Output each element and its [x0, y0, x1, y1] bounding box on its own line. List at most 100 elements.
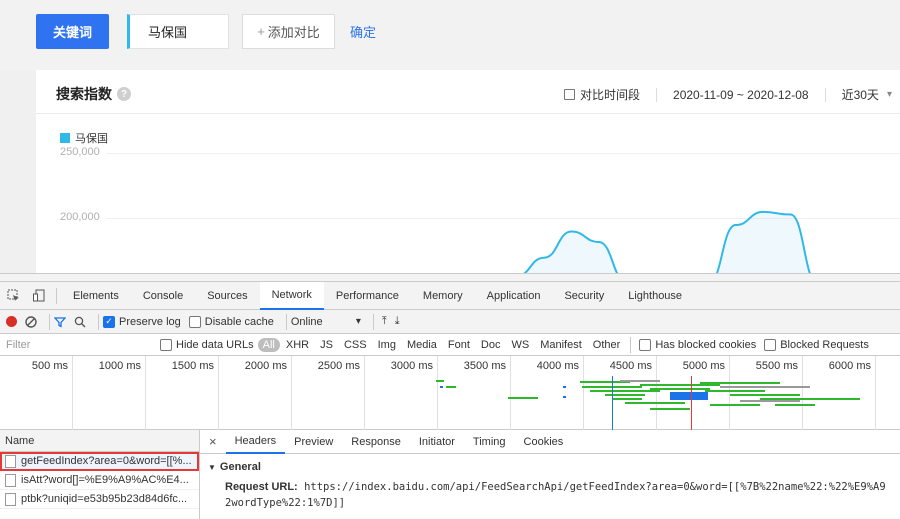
- request-row[interactable]: isAtt?word[]=%E9%A9%AC%E4...: [0, 471, 199, 490]
- chart-plot: [461, 210, 818, 273]
- disable-cache-toggle[interactable]: Disable cache: [188, 315, 274, 328]
- keyword-field[interactable]: 马保国: [127, 14, 229, 49]
- request-detail: × Headers Preview Response Initiator Timing C…: [200, 430, 900, 519]
- file-icon: [5, 492, 16, 506]
- timeline-marker: [612, 376, 613, 430]
- tab-elements[interactable]: Elements: [61, 282, 131, 310]
- filter-input[interactable]: Filter: [0, 334, 160, 356]
- timeline-gridline: [218, 356, 219, 430]
- filter-type-other[interactable]: Other: [588, 338, 626, 352]
- has-blocked-cookies-label: Has blocked cookies: [655, 338, 757, 351]
- record-icon[interactable]: [6, 316, 17, 327]
- throttle-select[interactable]: Online ▾: [291, 316, 361, 328]
- detail-tab-response[interactable]: Response: [342, 430, 410, 454]
- devtools-tab-list: Elements Console Sources Network Performance…: [61, 281, 694, 310]
- tab-performance[interactable]: Performance: [324, 282, 411, 310]
- download-icon[interactable]: ⤓: [395, 315, 400, 328]
- filter-type-ws[interactable]: WS: [506, 338, 534, 352]
- triangle-down-icon: ▼: [208, 462, 216, 472]
- detail-tab-initiator[interactable]: Initiator: [410, 430, 464, 454]
- device-toolbar-icon[interactable]: [26, 282, 52, 310]
- tab-network[interactable]: Network: [259, 281, 324, 310]
- add-compare-button[interactable]: + 添加对比: [242, 14, 335, 49]
- has-blocked-cookies-toggle[interactable]: Has blocked cookies: [639, 338, 757, 351]
- timeline-label: 3000 ms: [390, 360, 433, 372]
- timeline-label: 1500 ms: [171, 360, 214, 372]
- timeline-gridline: [583, 356, 584, 430]
- close-icon[interactable]: ×: [200, 430, 226, 454]
- tab-security[interactable]: Security: [552, 282, 616, 310]
- filter-type-js[interactable]: JS: [315, 338, 338, 352]
- detail-tab-preview[interactable]: Preview: [285, 430, 342, 454]
- request-row[interactable]: ptbk?uniqid=e53b95b23d84d6fc...: [0, 490, 199, 509]
- filter-type-manifest[interactable]: Manifest: [535, 338, 587, 352]
- name-column-header[interactable]: Name: [0, 430, 199, 452]
- timeline-label: 4500 ms: [609, 360, 652, 372]
- inspect-icon[interactable]: [0, 282, 26, 310]
- tab-memory[interactable]: Memory: [411, 282, 475, 310]
- divider: [49, 313, 50, 330]
- timeline-bar: [612, 398, 642, 400]
- request-name: getFeedIndex?area=0&word=[[%...: [21, 455, 192, 467]
- upload-icon[interactable]: ⤒: [382, 315, 387, 328]
- filter-icon[interactable]: [54, 316, 66, 328]
- search-icon[interactable]: [74, 316, 86, 328]
- devtools-panel: Elements Console Sources Network Performance…: [0, 281, 900, 519]
- filter-type-media[interactable]: Media: [402, 338, 442, 352]
- tab-lighthouse[interactable]: Lighthouse: [616, 282, 694, 310]
- tab-console[interactable]: Console: [131, 282, 195, 310]
- timeline-bar: [436, 380, 444, 382]
- divider: [372, 313, 374, 330]
- resource-type-filters: All XHR JS CSS Img Media Font Doc WS Manifest Othe…: [257, 337, 627, 352]
- timeline-gridline: [437, 356, 438, 430]
- timeline-gridline: [145, 356, 146, 430]
- timeline-bar: [740, 400, 800, 402]
- timeline-label: 4000 ms: [536, 360, 579, 372]
- timeline-bar: [710, 404, 760, 406]
- filter-type-doc[interactable]: Doc: [476, 338, 506, 352]
- filter-type-img[interactable]: Img: [373, 338, 401, 352]
- timeline-bar: [563, 396, 566, 398]
- confirm-link[interactable]: 确定: [350, 22, 376, 41]
- timeline-gridline: [510, 356, 511, 430]
- checkbox: [160, 338, 172, 351]
- clear-icon[interactable]: [25, 315, 37, 328]
- check-icon: ✓: [103, 315, 115, 328]
- throttle-value: Online: [290, 315, 323, 328]
- detail-tab-timing[interactable]: Timing: [464, 430, 515, 454]
- top-bar: 关键词 马保国 + 添加对比 确定: [0, 0, 900, 70]
- network-toolbar: ✓ Preserve log Disable cache Online ▾ ⤒ ⤓: [0, 310, 900, 334]
- timeline-bar: [508, 397, 538, 399]
- filter-type-css[interactable]: CSS: [339, 338, 372, 352]
- detail-tab-headers[interactable]: Headers: [225, 430, 286, 454]
- timeline-bar: [440, 386, 443, 388]
- timeline-bar: [720, 386, 810, 388]
- general-label: General: [219, 461, 261, 473]
- request-row[interactable]: getFeedIndex?area=0&word=[[%...: [0, 452, 199, 471]
- add-compare-label: 添加对比: [267, 25, 320, 40]
- plus-icon: +: [257, 24, 265, 39]
- timeline-gridline: [656, 356, 657, 430]
- keyword-value: 马保国: [148, 25, 188, 40]
- timeline-marker: [691, 376, 692, 430]
- preserve-log-toggle[interactable]: ✓ Preserve log: [103, 315, 181, 328]
- filter-type-font[interactable]: Font: [443, 338, 475, 352]
- request-name: ptbk?uniqid=e53b95b23d84d6fc...: [21, 493, 188, 505]
- tab-sources[interactable]: Sources: [195, 282, 259, 310]
- tab-application[interactable]: Application: [475, 282, 553, 310]
- request-rows: getFeedIndex?area=0&word=[[%... isAtt?wor…: [0, 452, 199, 509]
- timeline-gridline: [802, 356, 803, 430]
- keyword-button[interactable]: 关键词: [36, 14, 109, 49]
- general-section[interactable]: ▼ General: [200, 454, 900, 473]
- request-url-row: Request URL: https://index.baidu.com/api…: [200, 473, 900, 493]
- hide-data-urls-toggle[interactable]: Hide data URLs: [160, 338, 254, 351]
- blocked-requests-toggle[interactable]: Blocked Requests: [764, 338, 869, 351]
- timeline-bar: [640, 384, 720, 386]
- filter-type-xhr[interactable]: XHR: [281, 338, 314, 352]
- detail-tab-cookies[interactable]: Cookies: [515, 430, 573, 454]
- devtools-tabs: Elements Console Sources Network Performance…: [0, 281, 900, 310]
- checkbox: [639, 338, 652, 351]
- timeline-bar: [650, 388, 710, 390]
- filter-type-all[interactable]: All: [257, 337, 280, 352]
- network-overview[interactable]: 500 ms 1000 ms 1500 ms 2000 ms 2500 ms 3000 m…: [0, 356, 900, 430]
